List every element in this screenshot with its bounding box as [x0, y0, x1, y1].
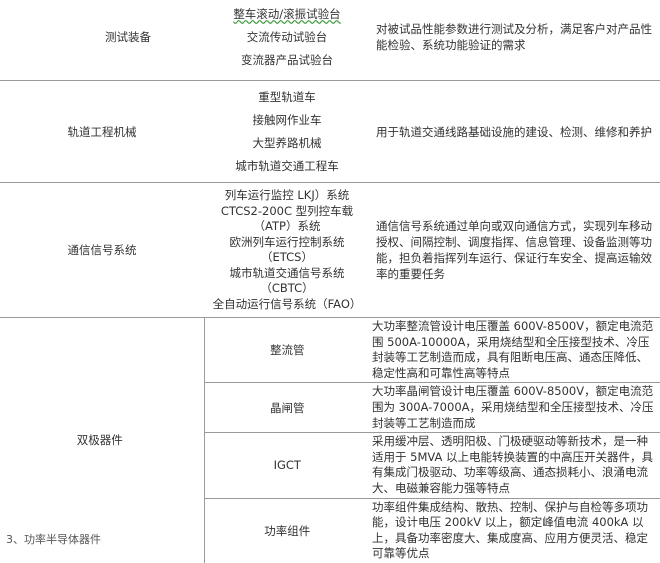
- category-cell: 测试装备: [0, 0, 204, 81]
- item: 交流传动试验台: [246, 29, 328, 44]
- item: 整车滚动/滚振试验台: [233, 6, 341, 21]
- row-track-machinery: 轨道工程机械 重型轨道车 接触网作业车 大型养路机械 城市轨道交通工程车 用于轨…: [0, 80, 660, 183]
- item: 大型养路机械: [252, 135, 322, 150]
- subrow-name: 晶闸管: [203, 382, 370, 434]
- items-cell: 列车运行监控 LKJ）系统 CTCS2-200C 型列控车载 （ATP）系统 欧…: [204, 182, 370, 318]
- subrow-name: IGCT: [203, 432, 370, 499]
- row-test-equipment: 测试装备 整车滚动/滚振试验台 交流传动试验台 变流器产品试验台 对被试品性能参…: [0, 0, 660, 81]
- category-cell: 通信信号系统: [0, 182, 204, 318]
- product-table: 测试装备 整车滚动/滚振试验台 交流传动试验台 变流器产品试验台 对被试品性能参…: [0, 0, 660, 563]
- item: 城市轨道交通信号系统: [229, 265, 345, 280]
- row-signal-system: 通信信号系统 列车运行监控 LKJ）系统 CTCS2-200C 型列控车载 （A…: [0, 182, 660, 318]
- item: 全自动运行信号系统（FAO）: [212, 296, 362, 311]
- item: （ATP）系统: [253, 219, 321, 233]
- item: 城市轨道交通工程车: [235, 158, 339, 173]
- items-cell: 整车滚动/滚振试验台 交流传动试验台 变流器产品试验台: [204, 0, 370, 81]
- subrow-description: 采用缓冲层、透明阳极、门极硬驱动等新技术，是一种适用于 5MVA 以上电能转换装…: [370, 432, 660, 499]
- item: 欧洲列车运行控制系统: [229, 234, 345, 249]
- category-cell: 轨道工程机械: [0, 80, 204, 183]
- item: （ETCS）: [261, 250, 313, 264]
- item: 接触网作业车: [252, 112, 322, 127]
- subrow-description: 大功率整流管设计电压覆盖 600V-8500V，额定电流范围 500A-1000…: [370, 317, 660, 384]
- description-cell: 用于轨道交通线路基础设施的建设、检测、维修和养护: [370, 80, 660, 183]
- subrow-name: 整流管: [203, 317, 370, 384]
- subrow-description: 大功率晶闸管设计电压覆盖 600V-8500V，额定电流范围为 300A-700…: [370, 382, 660, 434]
- item: 列车运行监控 LKJ）系统: [224, 188, 350, 202]
- item: （CBTC）: [260, 281, 314, 295]
- item: 变流器产品试验台: [241, 52, 333, 67]
- category-cell: 双极器件: [76, 433, 123, 448]
- row-bipolar-devices: 双极器件 整流管 大功率整流管设计电压覆盖 600V-8500V，额定电流范围 …: [0, 317, 660, 447]
- items-cell: 重型轨道车 接触网作业车 大型养路机械 城市轨道交通工程车: [204, 80, 370, 183]
- footer-fragment: 3、功率半导体器件: [6, 533, 101, 546]
- subrow-name: 功率组件: [203, 498, 370, 563]
- subrow-description: 功率组件集成结构、散热、控制、保护与自检等多项功能，设计电压 200kV 以上，…: [372, 499, 648, 561]
- description-cell: 通信信号系统通过单向或双向通信方式，实现列车移动授权、间隔控制、调度指挥、信息管…: [370, 182, 660, 318]
- item: CTCS2-200C 型列控车载: [220, 203, 354, 218]
- item: 重型轨道车: [258, 89, 316, 104]
- description-cell: 对被试品性能参数进行测试及分析，满足客户对产品性能检验、系统功能验证的需求: [370, 0, 660, 81]
